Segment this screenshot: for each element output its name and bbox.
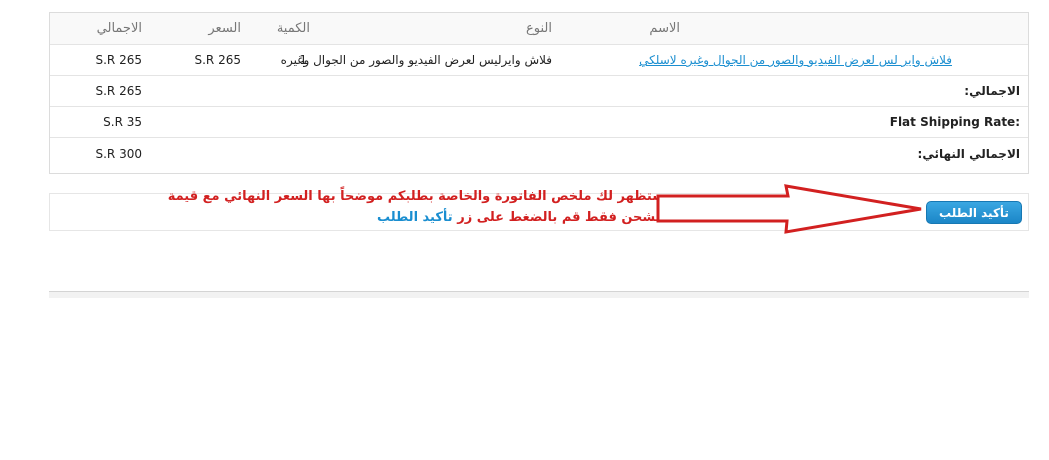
subtotal-label: الاجمالي: xyxy=(964,84,1020,98)
subtotal-row: الاجمالي: S.R 265 xyxy=(50,76,1028,107)
shipping-label: Flat Shipping Rate: xyxy=(889,115,1020,129)
product-total-cell: S.R 265 xyxy=(95,53,143,67)
shipping-value: S.R 35 xyxy=(103,115,142,129)
table-header-row: الاسم النوع الكمية السعر الاجمالي xyxy=(50,13,1028,45)
column-header-name: الاسم xyxy=(649,21,680,36)
column-header-price: السعر xyxy=(208,21,241,36)
product-link[interactable]: فلاش واير لس لعرض الفيديو والصور من الجو… xyxy=(639,53,952,67)
column-header-qty: الكمية xyxy=(276,21,310,36)
instruction-annotation: ستظهر لك ملخص الفاتورة والخاصة بطلبكم مو… xyxy=(165,186,665,228)
product-name-cell: فلاش واير لس لعرض الفيديو والصور من الجو… xyxy=(639,45,952,75)
annotation-line-2: الشحن فقط قم بالضغط على زر تأكيد الطلب xyxy=(165,207,665,228)
product-type-cell: فلاش وايرليس لعرض الفيديو والصور من الجو… xyxy=(280,53,552,67)
annotation-line-1: ستظهر لك ملخص الفاتورة والخاصة بطلبكم مو… xyxy=(167,189,665,204)
confirm-order-button[interactable]: تأكيد الطلب xyxy=(926,201,1022,224)
grand-total-row: الاجمالي النهائي: S.R 300 xyxy=(50,138,1028,169)
grand-total-label: الاجمالي النهائي: xyxy=(917,146,1020,161)
subtotal-value: S.R 265 xyxy=(95,84,143,98)
product-price-cell: S.R 265 xyxy=(194,53,242,67)
product-qty-cell: 1 xyxy=(299,53,307,67)
page: الاسم النوع الكمية السعر الاجمالي فلاش و… xyxy=(0,0,1049,460)
invoice-table: الاسم النوع الكمية السعر الاجمالي فلاش و… xyxy=(49,12,1029,174)
grand-total-value: S.R 300 xyxy=(95,146,143,161)
column-header-total: الاجمالي xyxy=(96,21,142,36)
column-header-type: النوع xyxy=(526,21,552,36)
footer-divider xyxy=(49,291,1029,298)
table-row: فلاش واير لس لعرض الفيديو والصور من الجو… xyxy=(50,45,1028,76)
red-arrow-icon xyxy=(656,184,922,234)
annotation-line-2-text: الشحن فقط قم بالضغط على زر xyxy=(457,210,665,225)
shipping-row: Flat Shipping Rate: S.R 35 xyxy=(50,107,1028,138)
annotation-highlight: تأكيد الطلب xyxy=(376,210,453,225)
